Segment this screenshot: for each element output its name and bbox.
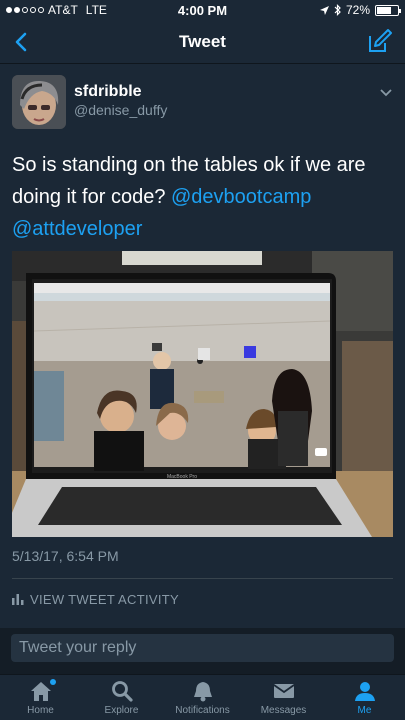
divider xyxy=(12,578,393,579)
bar-chart-icon xyxy=(12,594,24,605)
location-icon xyxy=(319,5,329,15)
tab-explore[interactable]: Explore xyxy=(81,675,162,720)
page-title: Tweet xyxy=(179,32,226,51)
tab-home[interactable]: Home xyxy=(0,675,81,720)
tab-label: Me xyxy=(357,705,372,716)
bell-icon xyxy=(193,682,212,702)
tab-bar: Home Explore Notifications Messages Me xyxy=(0,674,405,720)
tab-messages[interactable]: Messages xyxy=(243,675,324,720)
reply-input[interactable] xyxy=(11,634,394,662)
status-right: 72% xyxy=(319,3,401,17)
tab-notifications[interactable]: Notifications xyxy=(162,675,243,720)
view-tweet-activity-button[interactable]: VIEW TWEET ACTIVITY xyxy=(12,592,179,607)
tab-me[interactable]: Me xyxy=(324,675,405,720)
activity-label: VIEW TWEET ACTIVITY xyxy=(30,592,179,607)
person-icon xyxy=(354,682,375,701)
battery-percent: 72% xyxy=(345,3,370,17)
laptop-brand-label: MacBook Pro xyxy=(167,474,197,480)
battery-icon xyxy=(375,4,401,16)
tab-label: Messages xyxy=(260,705,307,716)
tweet-detail: sfdribble @denise_duffy So is standing o… xyxy=(0,64,405,628)
tab-label: Home xyxy=(27,705,54,716)
envelope-icon xyxy=(272,684,295,698)
chevron-down-icon[interactable] xyxy=(379,88,393,98)
user-handle[interactable]: @denise_duffy xyxy=(74,102,167,118)
mention-link[interactable]: @attdeveloper xyxy=(12,218,142,240)
display-name[interactable]: sfdribble xyxy=(74,83,142,101)
tweet-photo[interactable]: MacBook Pro xyxy=(12,251,393,537)
search-icon xyxy=(111,681,133,702)
reply-area xyxy=(0,628,405,674)
tab-label: Notifications xyxy=(175,705,230,716)
home-icon xyxy=(30,682,51,701)
tweet-text: So is standing on the tables ok if we ar… xyxy=(12,149,392,245)
mention-link[interactable]: @devbootcamp xyxy=(171,186,311,208)
avatar[interactable] xyxy=(12,75,66,129)
tweet-timestamp: 5/13/17, 6:54 PM xyxy=(12,548,119,564)
navigation-bar: Tweet xyxy=(0,20,405,64)
notification-dot xyxy=(49,679,56,685)
status-bar: AT&T LTE 4:00 PM 72% xyxy=(0,0,405,20)
bluetooth-icon xyxy=(334,4,341,16)
tab-label: Explore xyxy=(104,705,139,716)
compose-icon[interactable] xyxy=(367,28,393,54)
